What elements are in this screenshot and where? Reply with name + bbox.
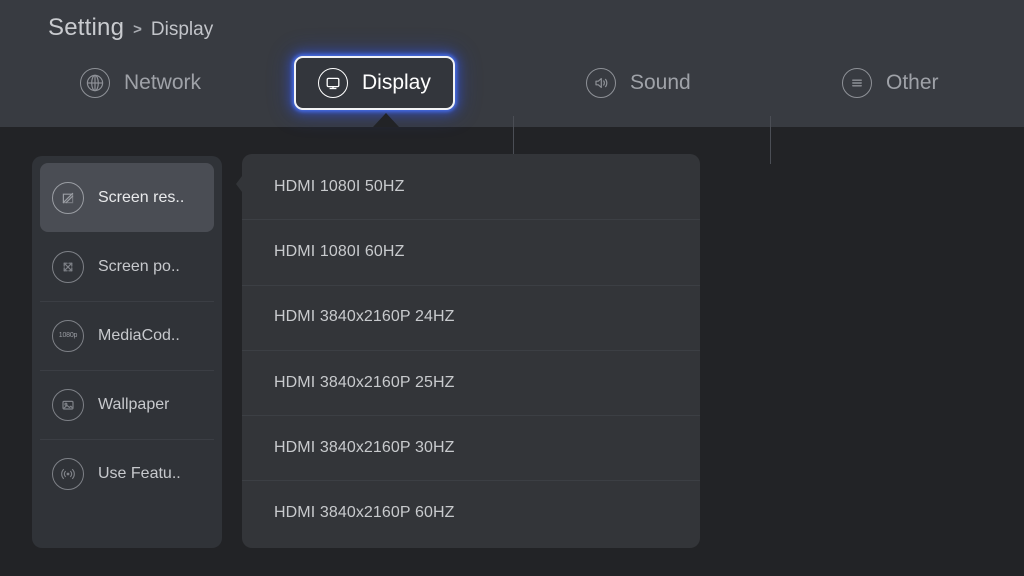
tab-network-label: Network	[124, 71, 202, 94]
tab-other[interactable]: Other	[818, 56, 963, 110]
sidebar-item-screen-position-label: Screen po..	[98, 257, 180, 275]
option-label: HDMI 1080I 50HZ	[274, 177, 405, 195]
list-menu-icon	[842, 68, 872, 98]
option-label: HDMI 3840x2160P 60HZ	[274, 504, 455, 522]
option-hdmi-3840x2160p-24hz[interactable]: HDMI 3840x2160P 24HZ	[242, 284, 700, 350]
header-bar: Setting > Display Network Display Sound …	[0, 0, 1024, 164]
tab-divider-2	[770, 116, 771, 164]
tab-other-label: Other	[886, 71, 939, 94]
resolution-options-panel: HDMI 1080I 50HZ HDMI 1080I 60HZ HDMI 384…	[242, 154, 700, 548]
monitor-icon	[318, 68, 348, 98]
sidebar-item-media-codec[interactable]: 1080p MediaCod..	[40, 301, 214, 370]
screen-resolution-icon	[52, 181, 84, 214]
1080p-icon-text: 1080p	[58, 332, 78, 339]
globe-icon	[80, 68, 110, 98]
option-label: HDMI 1080I 60HZ	[274, 242, 405, 260]
expand-arrows-icon	[52, 250, 84, 283]
tab-display[interactable]: Display	[294, 56, 455, 110]
tab-network[interactable]: Network	[56, 56, 225, 110]
sidebar-item-screen-resolution-label: Screen res..	[98, 188, 185, 206]
breadcrumb-root[interactable]: Setting	[48, 14, 124, 42]
sidebar-item-wallpaper-label: Wallpaper	[98, 395, 170, 413]
sidebar-item-media-codec-label: MediaCod..	[98, 326, 180, 344]
breadcrumb-leaf: Display	[150, 19, 214, 40]
tab-sound[interactable]: Sound	[562, 56, 715, 110]
1080p-icon: 1080p	[52, 319, 84, 352]
option-hdmi-1080i-50hz[interactable]: HDMI 1080I 50HZ	[242, 154, 700, 219]
speaker-icon	[586, 68, 616, 98]
option-hdmi-3840x2160p-25hz[interactable]: HDMI 3840x2160P 25HZ	[242, 349, 700, 415]
tab-display-label: Display	[362, 71, 431, 94]
option-label: HDMI 3840x2160P 25HZ	[274, 373, 455, 391]
sidebar-menu: Screen res.. Screen po.. 1080p MediaCod.…	[32, 156, 222, 548]
option-label: HDMI 3840x2160P 24HZ	[274, 308, 455, 326]
sidebar-item-screen-position[interactable]: Screen po..	[40, 232, 214, 301]
sidebar-item-use-feature-label: Use Featu..	[98, 464, 181, 482]
breadcrumb-separator: >	[133, 21, 142, 38]
sidebar-item-use-feature[interactable]: Use Featu..	[40, 439, 214, 508]
tab-sound-label: Sound	[630, 71, 691, 94]
image-icon	[52, 388, 84, 421]
sidebar-item-wallpaper[interactable]: Wallpaper	[40, 370, 214, 439]
option-label: HDMI 3840x2160P 30HZ	[274, 438, 455, 456]
option-hdmi-3840x2160p-60hz[interactable]: HDMI 3840x2160P 60HZ	[242, 480, 700, 545]
active-tab-pointer-icon	[373, 113, 399, 127]
settings-screen: Setting > Display Network Display Sound …	[0, 0, 1024, 576]
option-hdmi-1080i-60hz[interactable]: HDMI 1080I 60HZ	[242, 219, 700, 284]
option-hdmi-3840x2160p-30hz[interactable]: HDMI 3840x2160P 30HZ	[242, 415, 700, 480]
breadcrumb: Setting > Display	[48, 14, 213, 42]
signal-waves-icon	[52, 457, 84, 490]
sidebar-item-screen-resolution[interactable]: Screen res..	[40, 163, 214, 232]
tab-bar: Network Display Sound Other	[0, 56, 1024, 164]
